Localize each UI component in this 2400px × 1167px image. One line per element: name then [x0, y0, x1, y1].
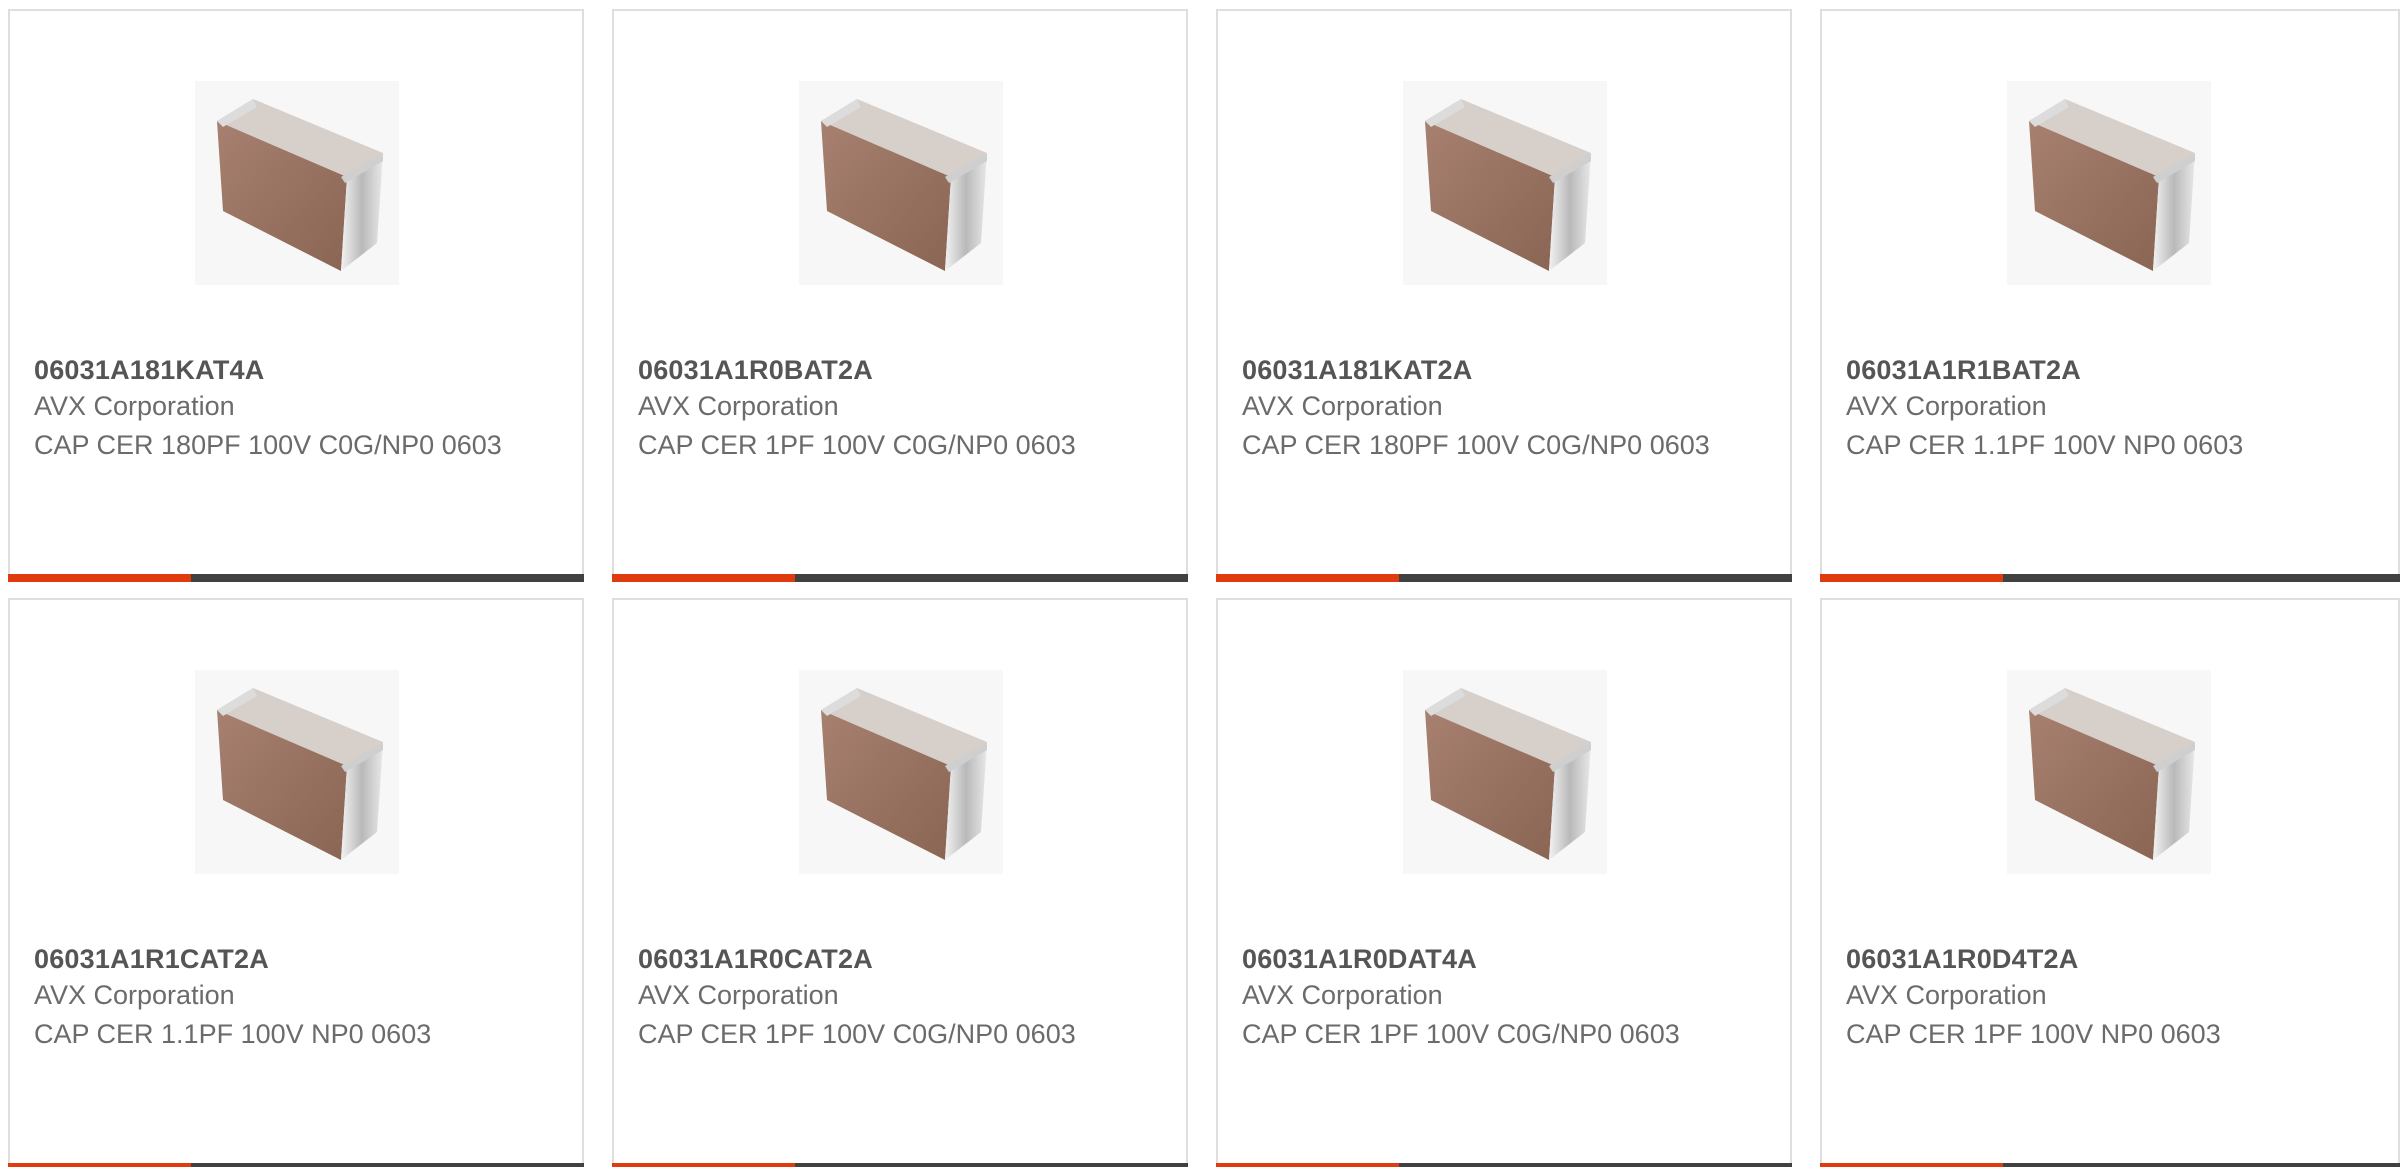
- ceramic-capacitor-chip-icon: [799, 670, 1003, 874]
- description: CAP CER 1.1PF 100V NP0 0603: [34, 1019, 432, 1049]
- card-accent-bar: [8, 574, 191, 582]
- card-accent-bar: [612, 1163, 795, 1167]
- part-number[interactable]: 06031A1R0D4T2A: [1846, 944, 2078, 975]
- product-card[interactable]: 06031A1R0D4T2A AVX Corporation CAP CER 1…: [1820, 598, 2400, 1167]
- part-number[interactable]: 06031A1R0BAT2A: [638, 355, 873, 386]
- manufacturer: AVX Corporation: [34, 391, 235, 421]
- product-grid: 06031A181KAT4A AVX Corporation CAP CER 1…: [0, 0, 2400, 1167]
- product-card[interactable]: 06031A1R0BAT2A AVX Corporation CAP CER 1…: [612, 9, 1188, 582]
- description: CAP CER 1.1PF 100V NP0 0603: [1846, 430, 2244, 460]
- card-accent-bar: [8, 1163, 191, 1167]
- ceramic-capacitor-chip-icon: [2007, 670, 2211, 874]
- product-card[interactable]: 06031A1R0DAT4A AVX Corporation CAP CER 1…: [1216, 598, 1792, 1167]
- ceramic-capacitor-chip-icon: [195, 670, 399, 874]
- card-bottom-bar: [1216, 574, 1792, 582]
- card-accent-bar: [1216, 574, 1399, 582]
- ceramic-capacitor-chip-icon: [1403, 670, 1607, 874]
- card-bottom-bar: [1216, 1163, 1792, 1167]
- ceramic-capacitor-chip-icon: [2007, 81, 2211, 285]
- card-bottom-bar: [612, 1163, 1188, 1167]
- card-bottom-bar: [8, 574, 584, 582]
- product-card[interactable]: 06031A1R1BAT2A AVX Corporation CAP CER 1…: [1820, 9, 2400, 582]
- part-number[interactable]: 06031A181KAT4A: [34, 355, 264, 386]
- card-accent-bar: [612, 574, 795, 582]
- manufacturer: AVX Corporation: [638, 391, 839, 421]
- card-accent-bar: [1820, 1163, 2003, 1167]
- product-card[interactable]: 06031A181KAT4A AVX Corporation CAP CER 1…: [8, 9, 584, 582]
- description: CAP CER 1PF 100V C0G/NP0 0603: [1242, 1019, 1680, 1049]
- manufacturer: AVX Corporation: [1242, 391, 1443, 421]
- manufacturer: AVX Corporation: [1846, 391, 2047, 421]
- manufacturer: AVX Corporation: [34, 980, 235, 1010]
- part-number[interactable]: 06031A1R0CAT2A: [638, 944, 873, 975]
- product-card[interactable]: 06031A181KAT2A AVX Corporation CAP CER 1…: [1216, 9, 1792, 582]
- description: CAP CER 180PF 100V C0G/NP0 0603: [34, 430, 502, 460]
- description: CAP CER 1PF 100V C0G/NP0 0603: [638, 430, 1076, 460]
- card-bottom-bar: [1820, 574, 2400, 582]
- product-card[interactable]: 06031A1R0CAT2A AVX Corporation CAP CER 1…: [612, 598, 1188, 1167]
- manufacturer: AVX Corporation: [638, 980, 839, 1010]
- part-number[interactable]: 06031A1R1BAT2A: [1846, 355, 2081, 386]
- description: CAP CER 180PF 100V C0G/NP0 0603: [1242, 430, 1710, 460]
- card-bottom-bar: [1820, 1163, 2400, 1167]
- manufacturer: AVX Corporation: [1846, 980, 2047, 1010]
- part-number[interactable]: 06031A181KAT2A: [1242, 355, 1472, 386]
- description: CAP CER 1PF 100V C0G/NP0 0603: [638, 1019, 1076, 1049]
- part-number[interactable]: 06031A1R1CAT2A: [34, 944, 269, 975]
- ceramic-capacitor-chip-icon: [1403, 81, 1607, 285]
- card-accent-bar: [1216, 1163, 1399, 1167]
- card-bottom-bar: [612, 574, 1188, 582]
- product-card[interactable]: 06031A1R1CAT2A AVX Corporation CAP CER 1…: [8, 598, 584, 1167]
- description: CAP CER 1PF 100V NP0 0603: [1846, 1019, 2221, 1049]
- ceramic-capacitor-chip-icon: [799, 81, 1003, 285]
- ceramic-capacitor-chip-icon: [195, 81, 399, 285]
- manufacturer: AVX Corporation: [1242, 980, 1443, 1010]
- part-number[interactable]: 06031A1R0DAT4A: [1242, 944, 1477, 975]
- card-accent-bar: [1820, 574, 2003, 582]
- card-bottom-bar: [8, 1163, 584, 1167]
